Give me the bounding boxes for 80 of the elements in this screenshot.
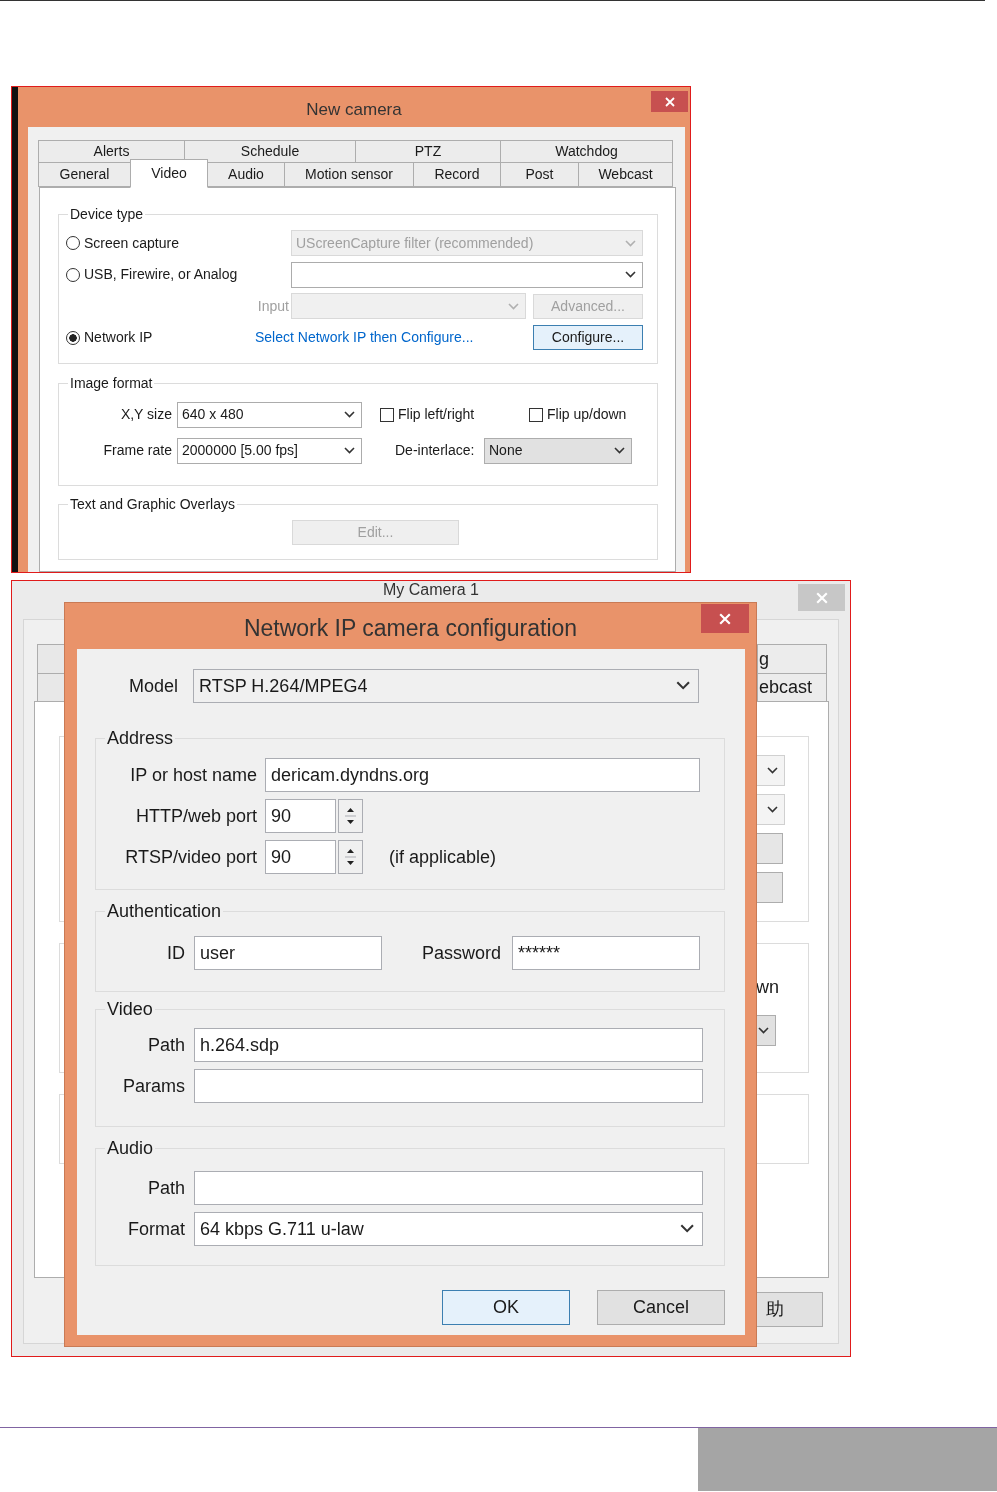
tab[interactable]: ebcast (757, 674, 826, 701)
configure-link[interactable]: Select Network IP then Configure... (255, 327, 474, 348)
tab[interactable]: Audio (207, 162, 285, 187)
input-field[interactable]: ****** (512, 936, 700, 970)
group-title: Text and Graphic Overlays (68, 495, 237, 513)
field-label: Params (122, 1074, 185, 1098)
caret-icon (344, 411, 355, 418)
input-field[interactable]: dericam.dyndns.org (265, 758, 700, 792)
caret-icon (767, 767, 778, 774)
dropdown[interactable] (756, 794, 785, 825)
field-label: Path (146, 1176, 185, 1200)
field-label: RTSP/video port (124, 845, 257, 869)
caret-icon (767, 806, 778, 813)
tab[interactable]: g (757, 645, 826, 673)
caret-icon (675, 681, 690, 691)
window-title: Network IP camera configuration (243, 614, 578, 643)
field-label: Path (146, 1033, 185, 1057)
button[interactable] (756, 872, 783, 903)
radio-button[interactable]: Screen capture (66, 232, 255, 254)
spin-button[interactable] (338, 840, 363, 874)
window-title: My Camera 1 (383, 581, 479, 600)
tab[interactable]: PTZ (355, 140, 501, 163)
checkbox[interactable]: Flip left/right (380, 404, 529, 425)
dropdown[interactable]: None (484, 437, 632, 464)
tab[interactable]: Motion sensor (284, 162, 414, 187)
tab[interactable]: Post (500, 162, 579, 187)
tab[interactable]: Watchdog (500, 140, 673, 163)
dialog-button[interactable]: OK (442, 1290, 570, 1325)
input-field[interactable]: h.264.sdp (194, 1028, 703, 1062)
field-label: De-interlace: (395, 441, 476, 460)
field-label: Model (127, 674, 178, 698)
input-field[interactable] (194, 1069, 703, 1103)
caret-icon (508, 302, 519, 310)
field-label: Password (420, 941, 501, 965)
field-label: Format (127, 1217, 185, 1241)
close-button[interactable] (701, 604, 749, 633)
caret-icon (344, 447, 355, 454)
field-label: X,Y size (119, 405, 172, 424)
field-label: HTTP/web port (134, 804, 257, 828)
hint-text: (if applicable) (389, 845, 497, 869)
group-title: Image format (68, 374, 155, 392)
tab[interactable]: General (38, 162, 131, 187)
label-text: wn (756, 976, 779, 999)
input-field[interactable] (194, 1171, 703, 1205)
dropdown[interactable]: 2000000 [5.00 fps] (177, 437, 362, 464)
dropdown[interactable] (756, 1015, 776, 1046)
caret-icon (625, 239, 636, 247)
field-label: ID (166, 941, 185, 965)
dropdown[interactable]: RTSP H.264/MPEG4 (193, 669, 699, 703)
tab[interactable]: Webcast (578, 162, 673, 187)
input-field[interactable]: user (194, 936, 382, 970)
dropdown[interactable] (291, 261, 643, 288)
tab[interactable]: Schedule (184, 140, 356, 163)
checkbox[interactable]: Flip up/down (529, 404, 627, 425)
caret-icon (758, 1027, 769, 1034)
button[interactable] (756, 833, 783, 864)
configure-button[interactable]: Configure... (533, 325, 643, 350)
input-field[interactable]: 90 (265, 799, 336, 833)
tab[interactable]: Video (130, 159, 208, 188)
dropdown[interactable] (756, 755, 785, 786)
window-title: New camera (306, 99, 402, 121)
close-button[interactable] (651, 91, 688, 112)
close-icon (815, 591, 828, 604)
field-label: IP or host name (129, 763, 257, 787)
tab[interactable]: Record (413, 162, 501, 187)
group-title: Device type (68, 206, 146, 223)
caret-icon (625, 271, 636, 278)
radio-button[interactable]: USB, Firewire, or Analog (66, 264, 255, 285)
dropdown[interactable]: 640 x 480 (177, 401, 362, 428)
field-label: Input (257, 296, 290, 316)
spin-button[interactable] (338, 799, 363, 833)
field-label: Frame rate (102, 441, 172, 460)
dialog-button[interactable]: Cancel (597, 1290, 725, 1325)
input-field[interactable]: 90 (265, 840, 336, 874)
radio-button[interactable]: Network IP (66, 327, 255, 348)
close-icon (719, 612, 731, 625)
close-icon (664, 96, 675, 107)
caret-icon (614, 447, 625, 454)
dropdown[interactable]: 64 kbps G.711 u-law (194, 1212, 703, 1246)
caret-icon (679, 1224, 694, 1234)
